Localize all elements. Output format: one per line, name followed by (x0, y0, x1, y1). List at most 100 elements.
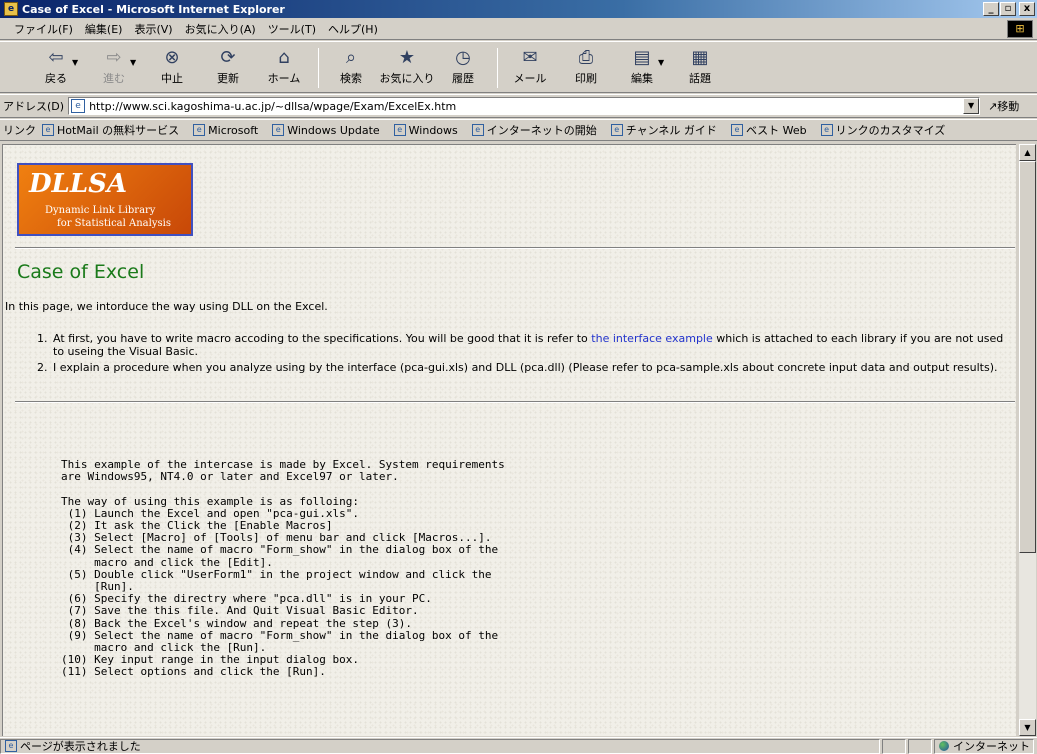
link-label: ベスト Web (745, 124, 807, 137)
refresh-label: 更新 (217, 72, 239, 85)
favorites-button[interactable]: ★ お気に入り (380, 46, 435, 86)
ie-app-icon: e (4, 2, 18, 16)
edit-dropdown-icon[interactable]: ▼ (658, 58, 672, 67)
step-text: I explain a procedure when you analyze u… (53, 361, 998, 374)
menu-file[interactable]: ファイル(F) (8, 21, 79, 37)
interface-example-link[interactable]: the interface example (591, 332, 712, 345)
windows-logo-icon: ⊞ (1007, 20, 1033, 38)
back-arrow-icon: ⇦ (48, 47, 64, 68)
horizontal-rule (15, 247, 1015, 249)
go-button[interactable]: ↗移動 (988, 98, 1019, 114)
link-windows-update[interactable]: e Windows Update (272, 124, 380, 137)
menu-tools[interactable]: ツール(T) (262, 21, 322, 37)
toolbar-separator (497, 48, 498, 88)
link-label: HotMail の無料サービス (57, 124, 180, 137)
discuss-button[interactable]: ▦ 話題 (674, 46, 726, 86)
links-label: リンク (3, 124, 36, 137)
address-bar: アドレス(D) e http://www.sci.kagoshima-u.ac.… (0, 94, 1037, 118)
steps-list: 1. At first, you have to write macro acc… (37, 332, 1016, 377)
home-label: ホーム (267, 72, 301, 85)
link-hotmail[interactable]: e HotMail の無料サービス (42, 122, 179, 138)
menu-help[interactable]: ヘルプ(H) (322, 21, 384, 37)
ie-link-icon: e (820, 124, 833, 136)
toolbar-separator (318, 48, 319, 88)
menu-edit[interactable]: 編集(E) (79, 21, 129, 37)
scroll-thumb[interactable] (1019, 161, 1036, 553)
home-button[interactable]: ⌂ ホーム (258, 46, 310, 86)
globe-icon (939, 741, 949, 751)
link-label: チャンネル ガイド (625, 124, 717, 137)
link-channel-guide[interactable]: e チャンネル ガイド (610, 122, 717, 138)
forward-label: 進む (103, 72, 125, 85)
stop-button[interactable]: ⊗ 中止 (146, 46, 198, 86)
link-microsoft[interactable]: e Microsoft (193, 124, 258, 137)
title-bar: e Case of Excel - Microsoft Internet Exp… (0, 0, 1037, 18)
back-label: 戻る (45, 72, 67, 85)
go-label: 移動 (997, 100, 1020, 113)
ie-link-icon: e (730, 124, 743, 136)
page-content: DLLSA Dynamic Link Library for Statistic… (2, 144, 1016, 736)
print-label: 印刷 (575, 72, 597, 85)
list-item: 2. I explain a procedure when you analyz… (37, 361, 1016, 374)
history-button[interactable]: ◷ 履歴 (437, 46, 489, 86)
mail-icon: ✉ (522, 47, 538, 68)
ie-link-icon: e (471, 124, 484, 136)
forward-arrow-icon: ⇨ (106, 47, 122, 68)
back-dropdown-icon[interactable]: ▼ (72, 58, 86, 67)
minimize-button[interactable]: _ (983, 2, 999, 16)
step-text: At first, you have to write macro accodi… (53, 332, 1016, 358)
window-title: Case of Excel - Microsoft Internet Explo… (22, 2, 285, 16)
intro-paragraph: In this page, we intorduce the way using… (5, 300, 328, 313)
stop-icon: ⊗ (164, 47, 180, 68)
address-url[interactable]: http://www.sci.kagoshima-u.ac.jp/~dllsa/… (89, 100, 456, 113)
address-dropdown-icon[interactable]: ▼ (963, 98, 980, 114)
ie-link-icon: e (42, 124, 54, 136)
ie-link-icon: e (393, 124, 406, 136)
page-done-icon: e (5, 740, 17, 752)
status-cell (882, 738, 906, 754)
links-bar: リンク e HotMail の無料サービス e Microsoft e Windows… (0, 119, 1037, 141)
status-bar: e ページが表示されました インターネット (0, 737, 1037, 754)
menu-favorites[interactable]: お気に入り(A) (179, 21, 262, 37)
link-label: インターネットの開始 (486, 124, 597, 137)
go-arrow-icon: ↗ (988, 100, 998, 113)
print-button[interactable]: ⎙ 印刷 (560, 46, 612, 86)
link-internet-start[interactable]: e インターネットの開始 (471, 122, 597, 138)
link-customize[interactable]: e リンクのカスタマイズ (820, 122, 945, 138)
forward-dropdown-icon[interactable]: ▼ (130, 58, 144, 67)
close-button[interactable]: x (1019, 2, 1035, 16)
zone-label: インターネット (953, 740, 1030, 753)
vertical-scrollbar[interactable]: ▲ ▼ (1019, 144, 1036, 736)
dllsa-logo[interactable]: DLLSA Dynamic Link Library for Statistic… (17, 163, 193, 236)
edit-document-icon: ▤ (633, 47, 651, 68)
instructions-preformatted: This example of the intercase is made by… (61, 458, 505, 679)
mail-button[interactable]: ✉ メール (504, 46, 556, 86)
logo-subtitle-line1: Dynamic Link Library (45, 205, 156, 216)
history-label: 履歴 (452, 72, 474, 85)
link-windows[interactable]: e Windows (393, 124, 458, 137)
favorites-icon: ★ (398, 47, 416, 68)
menu-bar: ファイル(F) 編集(E) 表示(V) お気に入り(A) ツール(T) ヘルプ(… (0, 18, 1037, 40)
address-input[interactable]: e http://www.sci.kagoshima-u.ac.jp/~dlls… (68, 97, 981, 115)
list-number: 1. (37, 332, 48, 345)
status-text: ページが表示されました (20, 740, 141, 753)
search-button[interactable]: ⌕ 検索 (325, 46, 377, 86)
scroll-down-icon[interactable]: ▼ (1019, 719, 1036, 736)
list-number: 2. (37, 361, 48, 374)
history-icon: ◷ (455, 47, 471, 68)
refresh-button[interactable]: ⟳ 更新 (202, 46, 254, 86)
horizontal-rule (15, 401, 1015, 403)
standard-toolbar: ⇦ 戻る ▼ ⇨ 進む ▼ ⊗ 中止 ⟳ 更新 ⌂ ホーム ⌕ 検索 ★ お気に… (0, 41, 1037, 93)
mail-label: メール (513, 72, 547, 85)
security-zone[interactable]: インターネット (934, 738, 1034, 754)
link-best-web[interactable]: e ベスト Web (730, 122, 807, 138)
window-controls: _ ▫ x (983, 2, 1035, 16)
menu-view[interactable]: 表示(V) (128, 21, 178, 37)
logo-title: DLLSA (29, 169, 128, 199)
page-title: Case of Excel (17, 261, 145, 283)
maximize-button[interactable]: ▫ (1000, 2, 1016, 16)
step-text-before: At first, you have to write macro accodi… (53, 332, 592, 345)
stop-label: 中止 (161, 72, 183, 85)
edit-label: 編集 (631, 72, 653, 85)
scroll-up-icon[interactable]: ▲ (1019, 144, 1036, 161)
